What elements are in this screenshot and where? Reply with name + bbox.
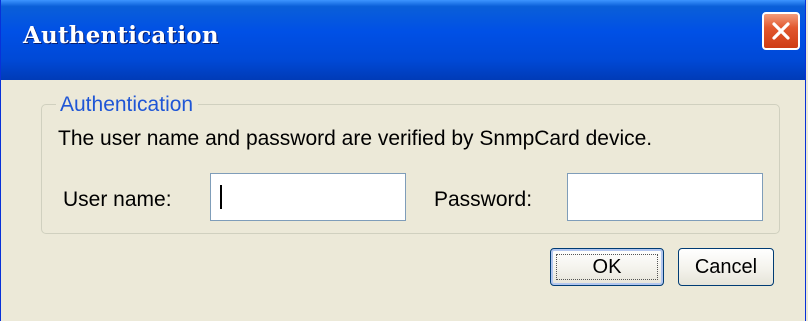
description-text: The user name and password are verified … [58, 127, 653, 150]
authentication-group: Authentication The user name and passwor… [41, 93, 780, 234]
password-input[interactable] [567, 173, 763, 221]
window-title: Authentication [23, 22, 219, 49]
group-title: Authentication [56, 93, 199, 117]
title-bar[interactable]: Authentication [1, 0, 805, 80]
username-input[interactable] [210, 173, 406, 221]
cancel-button-label: Cancel [694, 255, 758, 278]
text-caret [220, 185, 222, 209]
close-icon [771, 21, 791, 41]
cancel-button[interactable]: Cancel [678, 248, 774, 286]
close-button[interactable] [762, 12, 800, 50]
username-label: User name: [63, 188, 172, 211]
focus-rectangle [556, 254, 658, 280]
authentication-dialog: Authentication Authentication The user n… [0, 0, 806, 321]
dialog-body: Authentication The user name and passwor… [1, 80, 805, 321]
password-label: Password: [434, 188, 533, 211]
ok-button[interactable]: OK [550, 248, 664, 286]
